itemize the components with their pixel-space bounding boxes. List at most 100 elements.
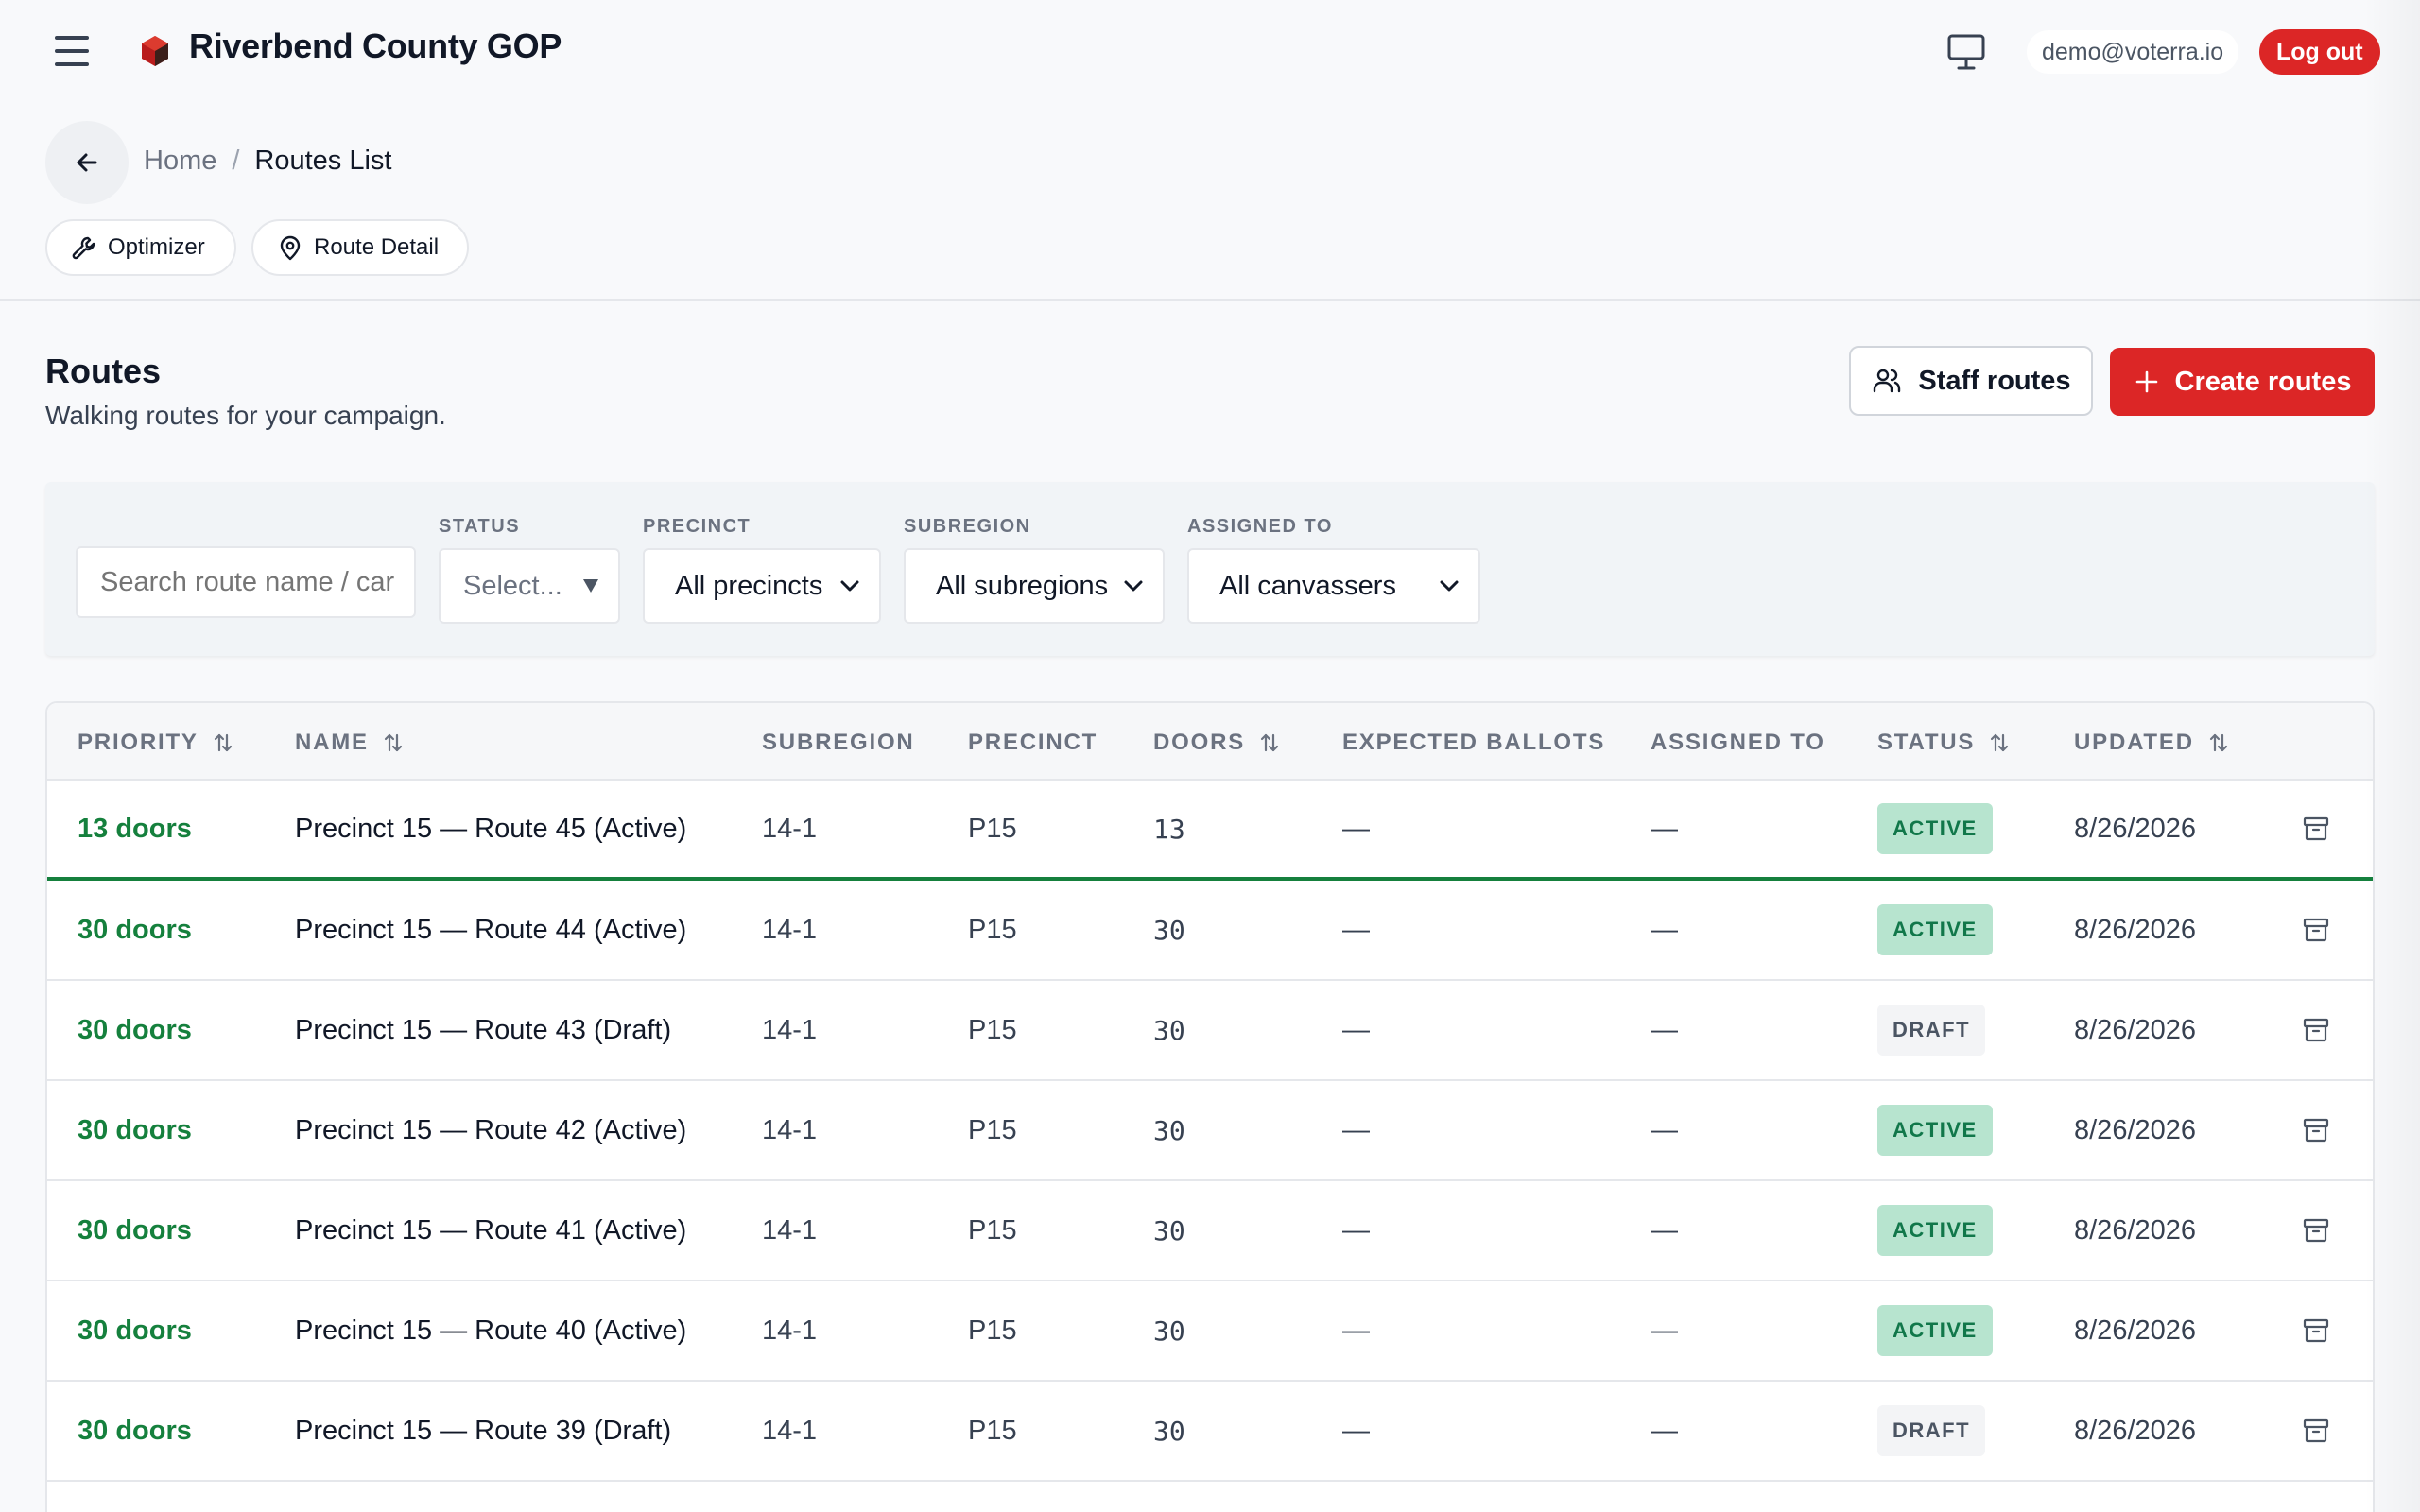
menu-icon[interactable] bbox=[49, 32, 95, 70]
table-row[interactable]: 30 doors Precinct 15 — Route 44 (Active) 1… bbox=[47, 881, 2373, 981]
doors-cell: 13 bbox=[1153, 813, 1185, 845]
status-cell: ACTIVE bbox=[1877, 1081, 1993, 1179]
subregion-filter[interactable]: All subregions bbox=[904, 548, 1165, 624]
users-icon bbox=[1874, 369, 1901, 393]
doors-cell: 30 bbox=[1153, 914, 1185, 946]
optimizer-link[interactable]: Optimizer bbox=[45, 219, 236, 276]
monitor-icon[interactable] bbox=[1945, 32, 1987, 72]
doors-cell: 30 bbox=[1153, 1214, 1185, 1246]
column-label: NAME bbox=[295, 730, 369, 755]
optimizer-link-label: Optimizer bbox=[108, 234, 205, 260]
sort-icon bbox=[2209, 733, 2227, 752]
assigned-filter-value: All canvassers bbox=[1219, 570, 1396, 601]
breadcrumb-home[interactable]: Home bbox=[144, 146, 216, 177]
doors-cell: 30 bbox=[1153, 1415, 1185, 1447]
table-row[interactable]: 30 doors Precinct 15 — Route 40 (Active) 1… bbox=[47, 1281, 2373, 1382]
route-name-cell: Precinct 15 — Route 43 (Draft) bbox=[295, 1014, 672, 1045]
priority-cell: 13 doors bbox=[78, 813, 192, 844]
map-pin-icon bbox=[280, 235, 301, 261]
updated-cell: 8/26/2026 bbox=[2074, 1214, 2197, 1246]
assigned-filter[interactable]: All canvassers bbox=[1187, 548, 1480, 624]
archive-icon bbox=[2303, 918, 2329, 942]
archive-button[interactable] bbox=[2301, 881, 2331, 979]
assigned-filter-label: ASSIGNED TO bbox=[1187, 516, 1333, 537]
column-header-subregion: SUBREGION bbox=[762, 730, 915, 755]
back-button[interactable] bbox=[45, 121, 129, 204]
archive-button[interactable] bbox=[2301, 1181, 2331, 1280]
archive-button[interactable] bbox=[2301, 981, 2331, 1079]
assigned-to-cell: — bbox=[1651, 1314, 1678, 1346]
table-row[interactable]: 13 doors Precinct 15 — Route 45 (Active) 1… bbox=[47, 781, 2373, 881]
column-header-name[interactable]: NAME bbox=[295, 730, 405, 756]
column-header-doors[interactable]: DOORS bbox=[1153, 730, 1281, 756]
precinct-cell: P15 bbox=[968, 1415, 1017, 1446]
subregion-cell: 14-1 bbox=[762, 813, 818, 844]
assigned-to-cell: — bbox=[1651, 1214, 1678, 1246]
status-cell: DRAFT bbox=[1877, 981, 1986, 1079]
priority-cell: 30 doors bbox=[78, 1415, 192, 1446]
subregion-cell: 14-1 bbox=[762, 914, 818, 945]
table-row[interactable]: 30 doors Precinct 15 — Route 43 (Draft) 14… bbox=[47, 981, 2373, 1081]
precinct-cell: P15 bbox=[968, 1214, 1017, 1246]
assigned-to-cell: — bbox=[1651, 1415, 1678, 1446]
precinct-filter[interactable]: All precincts bbox=[643, 548, 881, 624]
column-header-updated[interactable]: UPDATED bbox=[2074, 730, 2230, 756]
subregion-cell: 14-1 bbox=[762, 1114, 818, 1145]
route-name-cell: Precinct 15 — Route 40 (Active) bbox=[295, 1314, 687, 1346]
priority-cell: 30 doors bbox=[78, 914, 192, 945]
status-badge: ACTIVE bbox=[1877, 1305, 1993, 1356]
column-label: UPDATED bbox=[2074, 730, 2194, 755]
archive-button[interactable] bbox=[2301, 1081, 2331, 1179]
status-filter[interactable]: Select... bbox=[439, 548, 620, 624]
doors-cell: 30 bbox=[1153, 1014, 1185, 1046]
subregion-cell: 14-1 bbox=[762, 1014, 818, 1045]
plus-icon bbox=[2135, 370, 2157, 393]
archive-button[interactable] bbox=[2301, 1281, 2331, 1380]
status-badge: ACTIVE bbox=[1877, 803, 1993, 854]
staff-routes-button[interactable]: Staff routes bbox=[1849, 346, 2093, 416]
assigned-to-cell: — bbox=[1651, 813, 1678, 844]
archive-icon bbox=[2303, 1018, 2329, 1042]
column-header-status[interactable]: STATUS bbox=[1877, 730, 2011, 756]
status-badge: DRAFT bbox=[1877, 1005, 1986, 1056]
table-row[interactable]: 30 doors Precinct 15 — Route 39 (Draft) 14… bbox=[47, 1382, 2373, 1482]
logout-button[interactable]: Log out bbox=[2259, 29, 2380, 75]
updated-cell: 8/26/2026 bbox=[2074, 1415, 2197, 1446]
archive-icon bbox=[2303, 1318, 2329, 1343]
archive-icon bbox=[2303, 1418, 2329, 1443]
route-detail-link[interactable]: Route Detail bbox=[251, 219, 469, 276]
route-detail-link-label: Route Detail bbox=[314, 234, 440, 260]
caret-down-icon bbox=[582, 579, 598, 593]
route-name-cell: Precinct 15 — Route 44 (Active) bbox=[295, 914, 687, 945]
archive-button[interactable] bbox=[2301, 781, 2331, 877]
priority-cell: 30 doors bbox=[78, 1314, 192, 1346]
top-bar: Riverbend County GOP demo@voterra.io Log… bbox=[0, 0, 2420, 104]
expected-ballots-cell: — bbox=[1342, 1314, 1370, 1346]
table-header: PRIORITY NAME SUBREGION PRECINCT DOORS E… bbox=[47, 703, 2373, 781]
chevron-down-icon bbox=[840, 580, 859, 592]
column-header-priority[interactable]: PRIORITY bbox=[78, 730, 234, 756]
expected-ballots-cell: — bbox=[1342, 914, 1370, 945]
expected-ballots-cell: — bbox=[1342, 1014, 1370, 1045]
status-badge: ACTIVE bbox=[1877, 904, 1993, 955]
archive-button[interactable] bbox=[2301, 1382, 2331, 1480]
precinct-cell: P15 bbox=[968, 813, 1017, 844]
route-name-cell: Precinct 15 — Route 45 (Active) bbox=[295, 813, 687, 844]
user-email[interactable]: demo@voterra.io bbox=[2027, 30, 2239, 74]
priority-cell: 30 doors bbox=[78, 1214, 192, 1246]
updated-cell: 8/26/2026 bbox=[2074, 1014, 2197, 1045]
table-row[interactable]: 30 doors Precinct 15 — Route 41 (Active) 1… bbox=[47, 1181, 2373, 1281]
doors-cell: 30 bbox=[1153, 1314, 1185, 1347]
column-header-assigned-to: ASSIGNED TO bbox=[1651, 730, 1825, 755]
table-row[interactable]: 30 doors Precinct 15 — Route 42 (Active) 1… bbox=[47, 1081, 2373, 1181]
assigned-to-cell: — bbox=[1651, 1014, 1678, 1045]
doors-cell: 30 bbox=[1153, 1114, 1185, 1146]
column-header-precinct: PRECINCT bbox=[968, 730, 1098, 755]
search-input[interactable] bbox=[76, 546, 416, 618]
page-title: Routes bbox=[45, 352, 162, 390]
create-routes-button[interactable]: Create routes bbox=[2110, 348, 2375, 416]
sort-icon bbox=[214, 733, 232, 752]
status-cell: DRAFT bbox=[1877, 1382, 1986, 1480]
updated-cell: 8/26/2026 bbox=[2074, 914, 2197, 945]
precinct-cell: P15 bbox=[968, 1314, 1017, 1346]
